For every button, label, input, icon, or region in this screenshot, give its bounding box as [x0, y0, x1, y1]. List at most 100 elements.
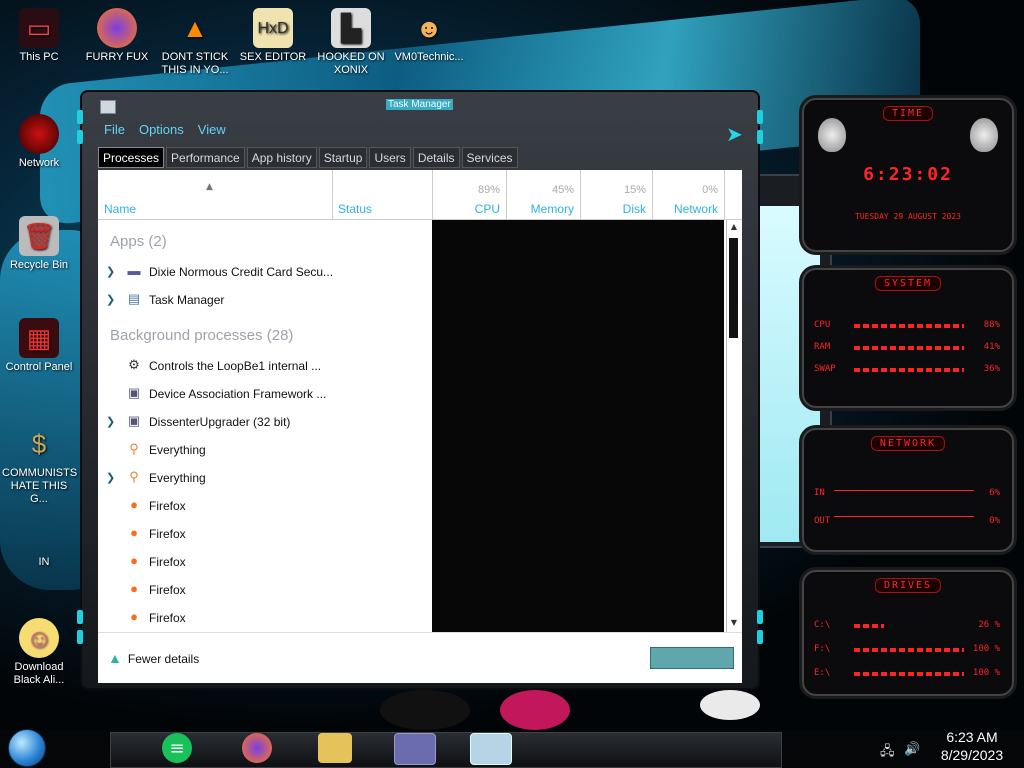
- tab-users[interactable]: Users: [369, 147, 411, 168]
- alien-head-icon: [818, 118, 846, 152]
- column-header-disk[interactable]: 15% Disk: [580, 170, 653, 220]
- scrollbar-thumb[interactable]: [729, 238, 738, 338]
- recycle-bin-icon: 🗑: [19, 216, 59, 256]
- desktop-icon-dont-stick[interactable]: ▲ DONT STICK THIS IN YO...: [158, 8, 232, 77]
- drive-c-bar: [854, 624, 884, 628]
- process-row[interactable]: ⚲ Everything: [98, 436, 432, 464]
- disk-total-pct: 15%: [623, 184, 646, 196]
- tab-services[interactable]: Services: [461, 147, 518, 168]
- expand-chevron-icon[interactable]: ❯: [106, 293, 115, 306]
- desktop-icon-control-panel[interactable]: ▦ Control Panel: [2, 318, 76, 374]
- process-name: Dixie Normous Credit Card Secu...: [149, 265, 334, 279]
- process-name: Firefox: [149, 499, 186, 513]
- wallpaper-blob: [700, 690, 760, 720]
- meter-value: 0%: [989, 516, 1000, 526]
- task-manager-footer: ▲ Fewer details: [98, 632, 742, 683]
- column-header-memory[interactable]: 45% Memory: [506, 170, 581, 220]
- column-memory-label: Memory: [530, 202, 574, 216]
- taskbar-credit-card-app-icon[interactable]: [394, 733, 436, 765]
- end-task-button[interactable]: [650, 647, 734, 669]
- system-panel: SYSTEM CPU 88% RAM 41% SWAP 36%: [802, 268, 1014, 408]
- volume-tray-icon[interactable]: 🔊: [904, 742, 920, 757]
- menu-view[interactable]: View: [198, 122, 226, 142]
- desktop-icon-hooked-on-xonix[interactable]: ▙ HOOKED ON XONIX: [314, 8, 388, 77]
- tab-processes[interactable]: Processes: [98, 147, 165, 168]
- magnifier-icon: ⚲: [129, 441, 139, 456]
- tab-details[interactable]: Details: [412, 147, 460, 168]
- scroll-up-icon[interactable]: ▲: [728, 222, 740, 234]
- process-row[interactable]: ● Firefox: [98, 604, 432, 632]
- desktop-icon-vm0technic[interactable]: ☻ VM0Technic...: [392, 8, 466, 64]
- process-row[interactable]: ● Firefox: [98, 548, 432, 576]
- desktop-icon-network[interactable]: Network: [2, 114, 76, 170]
- taskbar-file-explorer-icon[interactable]: [318, 733, 352, 763]
- magnifier-icon: ⚲: [129, 469, 139, 484]
- process-row[interactable]: ❯ ▤ Task Manager: [98, 286, 432, 314]
- column-header-status[interactable]: Status: [332, 170, 433, 220]
- drive-e-bar: [854, 672, 964, 676]
- card-icon: ▬: [127, 263, 141, 278]
- process-list-panel: ▲ Name Status 89% CPU 45% Memory 15% Dis…: [98, 170, 742, 683]
- expand-chevron-icon[interactable]: ❯: [106, 415, 115, 428]
- desktop-icon-this-pc[interactable]: ▭ This PC: [2, 8, 76, 64]
- desktop-icon-label: IN: [38, 556, 50, 568]
- menu-file[interactable]: File: [104, 122, 125, 142]
- drive-meter: E:\ 100 %: [814, 668, 1000, 680]
- desktop-icon-recycle-bin[interactable]: 🗑 Recycle Bin: [2, 216, 76, 272]
- vertical-scrollbar[interactable]: ▲ ▼: [726, 220, 741, 632]
- taskbar-task-manager-icon[interactable]: [470, 733, 512, 765]
- menu-options[interactable]: Options: [139, 122, 184, 142]
- tab-app-history[interactable]: App history: [246, 147, 317, 168]
- taskbar-clock[interactable]: 6:23 AM 8/29/2023: [930, 728, 1014, 764]
- process-row[interactable]: ● Firefox: [98, 520, 432, 548]
- meter-value: 88%: [983, 320, 1000, 330]
- desktop-icon-furry-fux[interactable]: FURRY FUX: [80, 8, 154, 64]
- desktop-icon-download-black[interactable]: ☺ Download Black Ali...: [2, 618, 76, 687]
- taskbar-firefox-icon[interactable]: [242, 733, 272, 763]
- process-row[interactable]: ❯ ▬ Dixie Normous Credit Card Secu...: [98, 258, 432, 286]
- fewer-details-button[interactable]: ▲ Fewer details: [108, 650, 199, 666]
- window-title: Task Manager: [386, 99, 453, 110]
- tab-performance[interactable]: Performance: [166, 147, 245, 168]
- network-tray-icon[interactable]: 🖧: [880, 742, 895, 764]
- process-name: Device Association Framework ...: [149, 387, 327, 401]
- memory-total-pct: 45%: [551, 184, 574, 196]
- meter-key: E:\: [814, 668, 831, 678]
- desktop-icon-communists[interactable]: $ COMMUNISTS HATE THIS G...: [2, 424, 78, 506]
- meter-value: 26 %: [978, 620, 1000, 630]
- expand-chevron-icon[interactable]: ❯: [106, 471, 115, 484]
- usage-columns-area: [432, 220, 724, 632]
- column-cpu-label: CPU: [474, 202, 500, 216]
- desktop-icon-sex-editor[interactable]: HxD SEX EDITOR: [236, 8, 310, 64]
- desktop-icon-label: COMMUNISTS HATE THIS G...: [2, 467, 78, 505]
- process-row[interactable]: ⚙ Controls the LoopBe1 internal ...: [98, 352, 432, 380]
- frame-accent: [77, 110, 83, 124]
- meter-value: 41%: [983, 342, 1000, 352]
- process-name: Firefox: [149, 583, 186, 597]
- column-status-label: Status: [338, 202, 373, 216]
- expand-chevron-icon[interactable]: ❯: [106, 265, 115, 278]
- taskbar-notes-icon[interactable]: ≡: [162, 733, 192, 763]
- process-row[interactable]: ● Firefox: [98, 492, 432, 520]
- process-row[interactable]: ❯ ▣ DissenterUpgrader (32 bit): [98, 408, 432, 436]
- taskbar: [0, 730, 1024, 768]
- process-row[interactable]: ● Firefox: [98, 576, 432, 604]
- process-row[interactable]: ▣ Device Association Framework ...: [98, 380, 432, 408]
- column-header-name[interactable]: Name: [98, 170, 333, 220]
- cpu-total-pct: 89%: [477, 184, 500, 196]
- tab-startup[interactable]: Startup: [318, 147, 368, 168]
- column-header-network[interactable]: 0% Network: [652, 170, 725, 220]
- swap-meter-bar: [854, 368, 964, 372]
- system-title: SYSTEM: [874, 276, 942, 291]
- task-manager-app-icon: [100, 100, 116, 114]
- control-panel-icon: ▦: [19, 318, 59, 358]
- meter-key: SWAP: [814, 364, 836, 374]
- scroll-down-icon[interactable]: ▼: [728, 618, 740, 630]
- desktop-icon-in[interactable]: IN: [24, 556, 64, 569]
- taskbar-rail: [110, 732, 782, 768]
- column-header-cpu[interactable]: 89% CPU: [432, 170, 507, 220]
- network-icon: [19, 114, 59, 154]
- network-out-meter: OUT 0%: [814, 516, 1000, 528]
- start-orb-button[interactable]: [8, 729, 46, 767]
- process-row[interactable]: ❯ ⚲ Everything: [98, 464, 432, 492]
